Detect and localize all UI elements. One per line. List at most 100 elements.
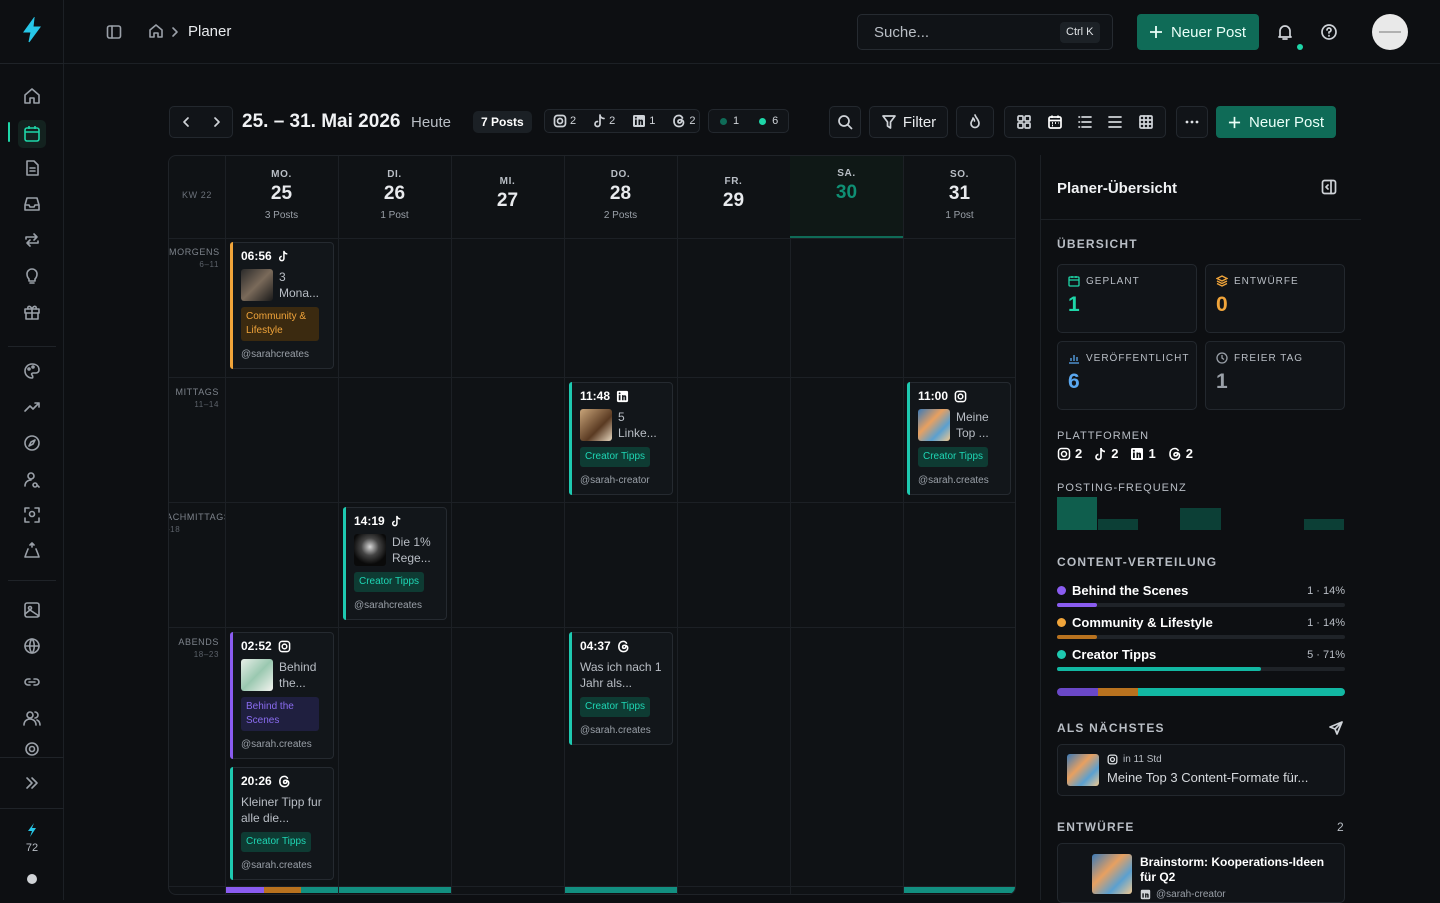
post-time: 04:37 <box>580 639 611 653</box>
repeat-icon[interactable] <box>20 228 44 252</box>
slot-range: 6–11 <box>199 260 219 269</box>
grid-view-icon[interactable] <box>1016 114 1032 130</box>
compact-list-icon[interactable] <box>1107 114 1123 130</box>
users-icon[interactable] <box>20 706 44 730</box>
week-view-icon[interactable] <box>1047 114 1063 130</box>
post-card[interactable]: 11:48 5 Linke... Creator Tipps @sarah-cr… <box>569 382 673 495</box>
day-number: 27 <box>496 190 519 211</box>
slot-name: ABENDS <box>178 637 219 647</box>
platforms-heading: PLATTFORMEN <box>1057 430 1150 442</box>
day-header-mo[interactable]: MO. 25 3 Posts <box>225 156 338 238</box>
recycle-icon[interactable] <box>20 539 44 563</box>
legend-dot <box>1057 650 1066 659</box>
user-search-icon[interactable] <box>20 467 44 491</box>
day-header-do[interactable]: DO. 28 2 Posts <box>564 156 677 238</box>
globe-icon[interactable] <box>20 634 44 658</box>
post-card[interactable]: 02:52 Behind the... Behind the Scenes @s… <box>230 632 334 759</box>
stat-card-free-day: FREIER TAG 1 <box>1205 341 1345 410</box>
post-card[interactable]: 06:56 3 Mona... Community & Lifestyle @s… <box>230 242 334 369</box>
toggle-sidebar-icon[interactable] <box>106 24 122 40</box>
collapse-panel-icon[interactable] <box>1321 179 1337 195</box>
legend-dot <box>1057 618 1066 627</box>
palette-icon[interactable] <box>20 359 44 383</box>
prev-week-chevron-icon[interactable] <box>170 116 201 128</box>
frequency-bar <box>1180 508 1221 530</box>
day-header-di[interactable]: DI. 26 1 Post <box>338 156 451 238</box>
slot-range: 11–14 <box>194 400 219 409</box>
expand-sidebar-icon[interactable] <box>20 771 44 795</box>
scan-face-icon[interactable] <box>20 503 44 527</box>
link-icon[interactable] <box>20 670 44 694</box>
day-header-fr[interactable]: FR. 29 <box>677 156 790 238</box>
slot-range: 18–23 <box>193 650 219 659</box>
logo-bolt-icon[interactable] <box>20 17 44 43</box>
today-button[interactable]: Heute <box>411 114 451 131</box>
slot-range: 14–18 <box>169 525 181 534</box>
inbox-icon[interactable] <box>20 192 44 216</box>
post-card[interactable]: 20:26 Kleiner Tipp fur alle die... Creat… <box>230 767 334 880</box>
more-dots-icon <box>1185 120 1199 124</box>
status-dot[interactable] <box>27 874 37 884</box>
category-name: Behind the Scenes <box>1072 583 1189 598</box>
platform-counts-chip: 2 2 1 2 <box>544 109 700 133</box>
weekday-label: MO. <box>271 169 292 180</box>
table-view-icon[interactable] <box>1138 114 1154 130</box>
category-stat: 5 · 71% <box>1307 648 1345 661</box>
bell-icon[interactable] <box>1276 23 1294 41</box>
post-account: @sarah.creates <box>241 739 312 750</box>
weekday-label: FR. <box>724 176 743 187</box>
post-category-tag: Creator Tipps <box>918 447 989 467</box>
tiktok-count: 2 <box>609 115 616 127</box>
tiktok-icon <box>593 114 606 128</box>
stat-value: 1 <box>1216 370 1228 393</box>
flame-button[interactable] <box>956 106 994 138</box>
help-icon[interactable] <box>1320 23 1338 41</box>
distribution-row-lifestyle: Community & Lifestyle 1 · 14% <box>1057 615 1345 639</box>
overview-heading: ÜBERSICHT <box>1057 237 1138 251</box>
draft-card[interactable]: Brainstorm: Kooperations-Ideen für Q2 @s… <box>1057 843 1345 903</box>
post-card[interactable]: 11:00 Meine Top ... Creator Tipps @sarah… <box>907 382 1011 495</box>
more-options-button[interactable] <box>1176 106 1208 138</box>
stat-card-scheduled: GEPLANT 1 <box>1057 264 1197 333</box>
post-card[interactable]: 04:37 Was ich nach 1 Jahr als... Creator… <box>569 632 673 745</box>
next-post-thumbnail <box>1067 754 1099 786</box>
post-text: Die 1% Rege... <box>392 535 431 565</box>
new-post-button[interactable]: Neuer Post <box>1216 106 1336 138</box>
instagram-icon <box>278 640 291 653</box>
day-header-so[interactable]: SO. 31 1 Post <box>903 156 1015 238</box>
trending-icon[interactable] <box>20 395 44 419</box>
next-week-chevron-icon[interactable] <box>201 116 232 128</box>
post-account: @sarahcreates <box>354 600 422 611</box>
slot-name: MITTAGS <box>175 387 219 397</box>
day-category-strip <box>264 887 301 893</box>
notification-dot <box>1297 44 1303 50</box>
send-icon[interactable] <box>1329 721 1343 735</box>
compass-icon[interactable] <box>20 431 44 455</box>
search-button[interactable] <box>829 106 861 138</box>
day-header-sa-today[interactable]: SA. 30 <box>790 156 903 238</box>
next-post-card[interactable]: in 11 Std Meine Top 3 Content-Formate fü… <box>1057 744 1345 796</box>
lightbulb-icon[interactable] <box>20 264 44 288</box>
list-view-icon[interactable] <box>1077 114 1093 130</box>
status-counts-chip: 1 6 <box>708 109 789 133</box>
gift-icon[interactable] <box>20 300 44 324</box>
document-icon[interactable] <box>20 156 44 180</box>
image-icon[interactable] <box>20 598 44 622</box>
home-breadcrumb-icon[interactable] <box>148 23 164 39</box>
instagram-count: 2 <box>1075 446 1083 461</box>
frequency-bar <box>1098 519 1139 530</box>
filter-button[interactable]: Filter <box>869 106 948 138</box>
day-header-mi[interactable]: MI. 27 <box>451 156 564 238</box>
post-thumbnail <box>241 659 273 691</box>
home-icon[interactable] <box>20 84 44 108</box>
settings-icon[interactable] <box>20 742 44 756</box>
day-post-count: 2 Posts <box>603 210 638 221</box>
avatar[interactable] <box>1372 14 1408 50</box>
new-post-label: Neuer Post <box>1249 113 1325 131</box>
search-input[interactable]: Suche... Ctrl K <box>857 14 1113 50</box>
new-post-button-top[interactable]: Neuer Post <box>1137 14 1259 50</box>
post-card[interactable]: 14:19 Die 1% Rege... Creator Tipps @sara… <box>343 507 447 620</box>
distribution-stacked-bar <box>1057 688 1345 696</box>
frequency-heading: POSTING-FREQUENZ <box>1057 482 1187 494</box>
calendar-icon[interactable] <box>18 120 46 148</box>
